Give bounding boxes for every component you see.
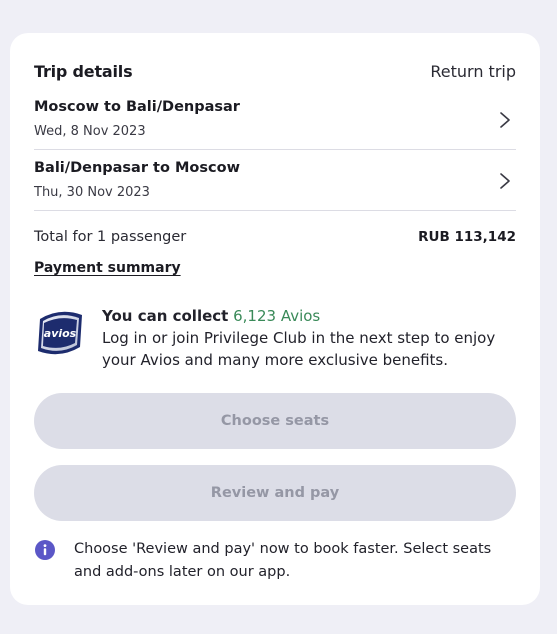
trip-header: Trip details Return trip: [34, 60, 516, 82]
leg-route: Bali/Denpasar to Moscow: [34, 160, 240, 176]
avios-promo: avios You can collect 6,123 Avios Log in…: [32, 301, 522, 381]
total-label: Total for 1 passenger: [34, 229, 187, 245]
chevron-right-icon: [500, 112, 510, 128]
total-price: RUB 113,142: [418, 229, 516, 245]
choose-seats-button[interactable]: Choose seats: [34, 393, 516, 449]
flight-leg-outbound[interactable]: Moscow to Bali/Denpasar Wed, 8 Nov 2023: [34, 89, 516, 150]
leg-date: Wed, 8 Nov 2023: [34, 124, 146, 139]
chevron-right-icon: [500, 173, 510, 189]
trip-details-card: Trip details Return trip Moscow to Bali/…: [10, 33, 540, 605]
avios-logo: avios: [38, 311, 82, 355]
trip-type-label: Return trip: [430, 61, 516, 81]
info-icon: [35, 540, 55, 560]
review-and-pay-button[interactable]: Review and pay: [34, 465, 516, 521]
avios-description: Log in or join Privilege Club in the nex…: [102, 329, 496, 369]
leg-date: Thu, 30 Nov 2023: [34, 185, 150, 200]
trip-details-title: Trip details: [34, 61, 133, 81]
avios-logo-text: avios: [44, 327, 77, 340]
avios-headline: You can collect: [102, 307, 229, 325]
avios-amount: 6,123 Avios: [233, 307, 321, 325]
info-note: Choose 'Review and pay' now to book fast…: [34, 538, 516, 584]
avios-text: You can collect 6,123 Avios Log in or jo…: [102, 305, 522, 371]
payment-summary-link[interactable]: Payment summary: [34, 260, 181, 276]
leg-route: Moscow to Bali/Denpasar: [34, 99, 240, 115]
total-row: Total for 1 passenger RUB 113,142: [34, 229, 516, 245]
info-text: Choose 'Review and pay' now to book fast…: [74, 541, 492, 580]
flight-leg-return[interactable]: Bali/Denpasar to Moscow Thu, 30 Nov 2023: [34, 150, 516, 211]
